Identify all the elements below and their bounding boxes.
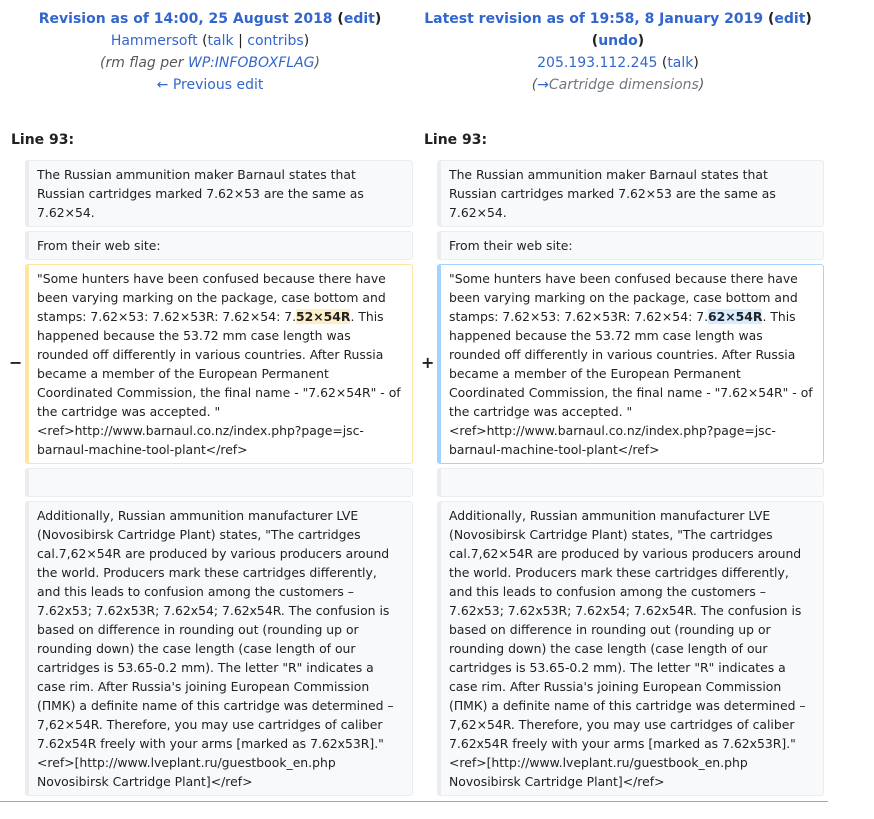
- undo-link[interactable]: undo: [598, 33, 638, 49]
- new-revision-link[interactable]: Latest revision as of 19:58, 8 January 2…: [424, 11, 763, 27]
- summary-prefix: (rm flag per: [100, 55, 188, 71]
- added-text-after: . This happened because the 53.72 mm cas…: [449, 309, 813, 457]
- old-revision-summary: (rm flag per WP:INFOBOXFLAG): [0, 52, 420, 74]
- old-revision-title-line: Revision as of 14:00, 25 August 2018 (ed…: [38, 11, 382, 27]
- deleted-line-marker: −: [9, 353, 23, 372]
- old-revision-edit-link[interactable]: edit: [344, 11, 375, 27]
- old-revision-talk-link[interactable]: talk: [208, 33, 234, 49]
- added-line-marker: +: [421, 353, 435, 372]
- undo-line: (undo): [591, 33, 645, 49]
- new-revision-summary: (→Cartridge dimensions): [531, 77, 705, 93]
- previous-edit-link[interactable]: ← Previous edit: [157, 77, 264, 93]
- context-cell-right: Additionally, Russian ammunition manufac…: [437, 501, 824, 796]
- new-line-number: Line 93:: [424, 132, 488, 148]
- old-line-number: Line 93:: [11, 132, 75, 148]
- context-cell-left: From their web site:: [25, 231, 413, 260]
- section-arrow-link[interactable]: →: [537, 77, 549, 93]
- old-revision-user-line: Hammersoft (talk | contribs): [110, 33, 310, 49]
- old-revision-contribs-link[interactable]: contribs: [247, 33, 303, 49]
- context-cell-left: The Russian ammunition maker Barnaul sta…: [25, 160, 413, 227]
- context-cell-left: Additionally, Russian ammunition manufac…: [25, 501, 413, 796]
- deleted-line-cell: "Some hunters have been confused because…: [25, 264, 413, 464]
- old-revision-user-link[interactable]: Hammersoft: [111, 33, 198, 49]
- old-revision-link[interactable]: Revision as of 14:00, 25 August 2018: [39, 11, 333, 27]
- diff-bottom-divider: [0, 801, 828, 802]
- old-revision-header: Revision as of 14:00, 25 August 2018 (ed…: [0, 8, 420, 96]
- added-line-cell: "Some hunters have been confused because…: [437, 264, 824, 464]
- section-name: Cartridge dimensions: [548, 77, 699, 93]
- new-revision-edit-link[interactable]: edit: [774, 11, 805, 27]
- new-revision-title-line: Latest revision as of 19:58, 8 January 2…: [424, 11, 812, 27]
- new-revision-user-link[interactable]: 205.193.112.245: [537, 55, 657, 71]
- deleted-text-after: . This happened because the 53.72 mm cas…: [37, 309, 401, 457]
- new-revision-talk-link[interactable]: talk: [667, 55, 693, 71]
- empty-context-cell-left: [25, 468, 413, 497]
- deleted-word-highlight: 52×54R: [296, 309, 351, 324]
- new-revision-header: Latest revision as of 19:58, 8 January 2…: [412, 8, 824, 96]
- context-cell-right: From their web site:: [437, 231, 824, 260]
- empty-context-cell-right: [437, 468, 824, 497]
- summary-suffix: ): [314, 55, 320, 71]
- new-revision-user-line: 205.193.112.245 (talk): [537, 55, 699, 71]
- context-cell-right: The Russian ammunition maker Barnaul sta…: [437, 160, 824, 227]
- infoboxflag-link[interactable]: WP:INFOBOXFLAG: [188, 55, 315, 71]
- added-word-highlight: 62×54R: [708, 309, 763, 324]
